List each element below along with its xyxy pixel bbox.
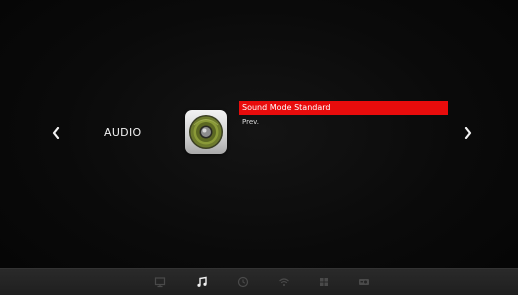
- grid-apps-icon[interactable]: [318, 276, 330, 288]
- audio-menu-list: Sound Mode Standard Prev.: [239, 101, 448, 128]
- previous-page-arrow[interactable]: [48, 124, 64, 142]
- chevron-left-icon: [52, 127, 60, 139]
- chevron-right-icon: [464, 127, 472, 139]
- music-note-icon[interactable]: [196, 276, 208, 288]
- tv-menu-screen: AUDIO Sound Mode Standard Prev.: [0, 0, 518, 295]
- bottom-navigation-bar: [0, 268, 518, 295]
- sound-mode-item[interactable]: Sound Mode Standard: [239, 101, 448, 115]
- cd-player-icon[interactable]: [358, 276, 370, 288]
- clock-icon[interactable]: [237, 276, 249, 288]
- speaker-icon: [185, 110, 227, 154]
- section-title: AUDIO: [104, 126, 142, 139]
- wifi-icon[interactable]: [278, 276, 290, 288]
- prev-item[interactable]: Prev.: [239, 117, 448, 128]
- next-page-arrow[interactable]: [460, 124, 476, 142]
- picture-icon[interactable]: [154, 276, 166, 288]
